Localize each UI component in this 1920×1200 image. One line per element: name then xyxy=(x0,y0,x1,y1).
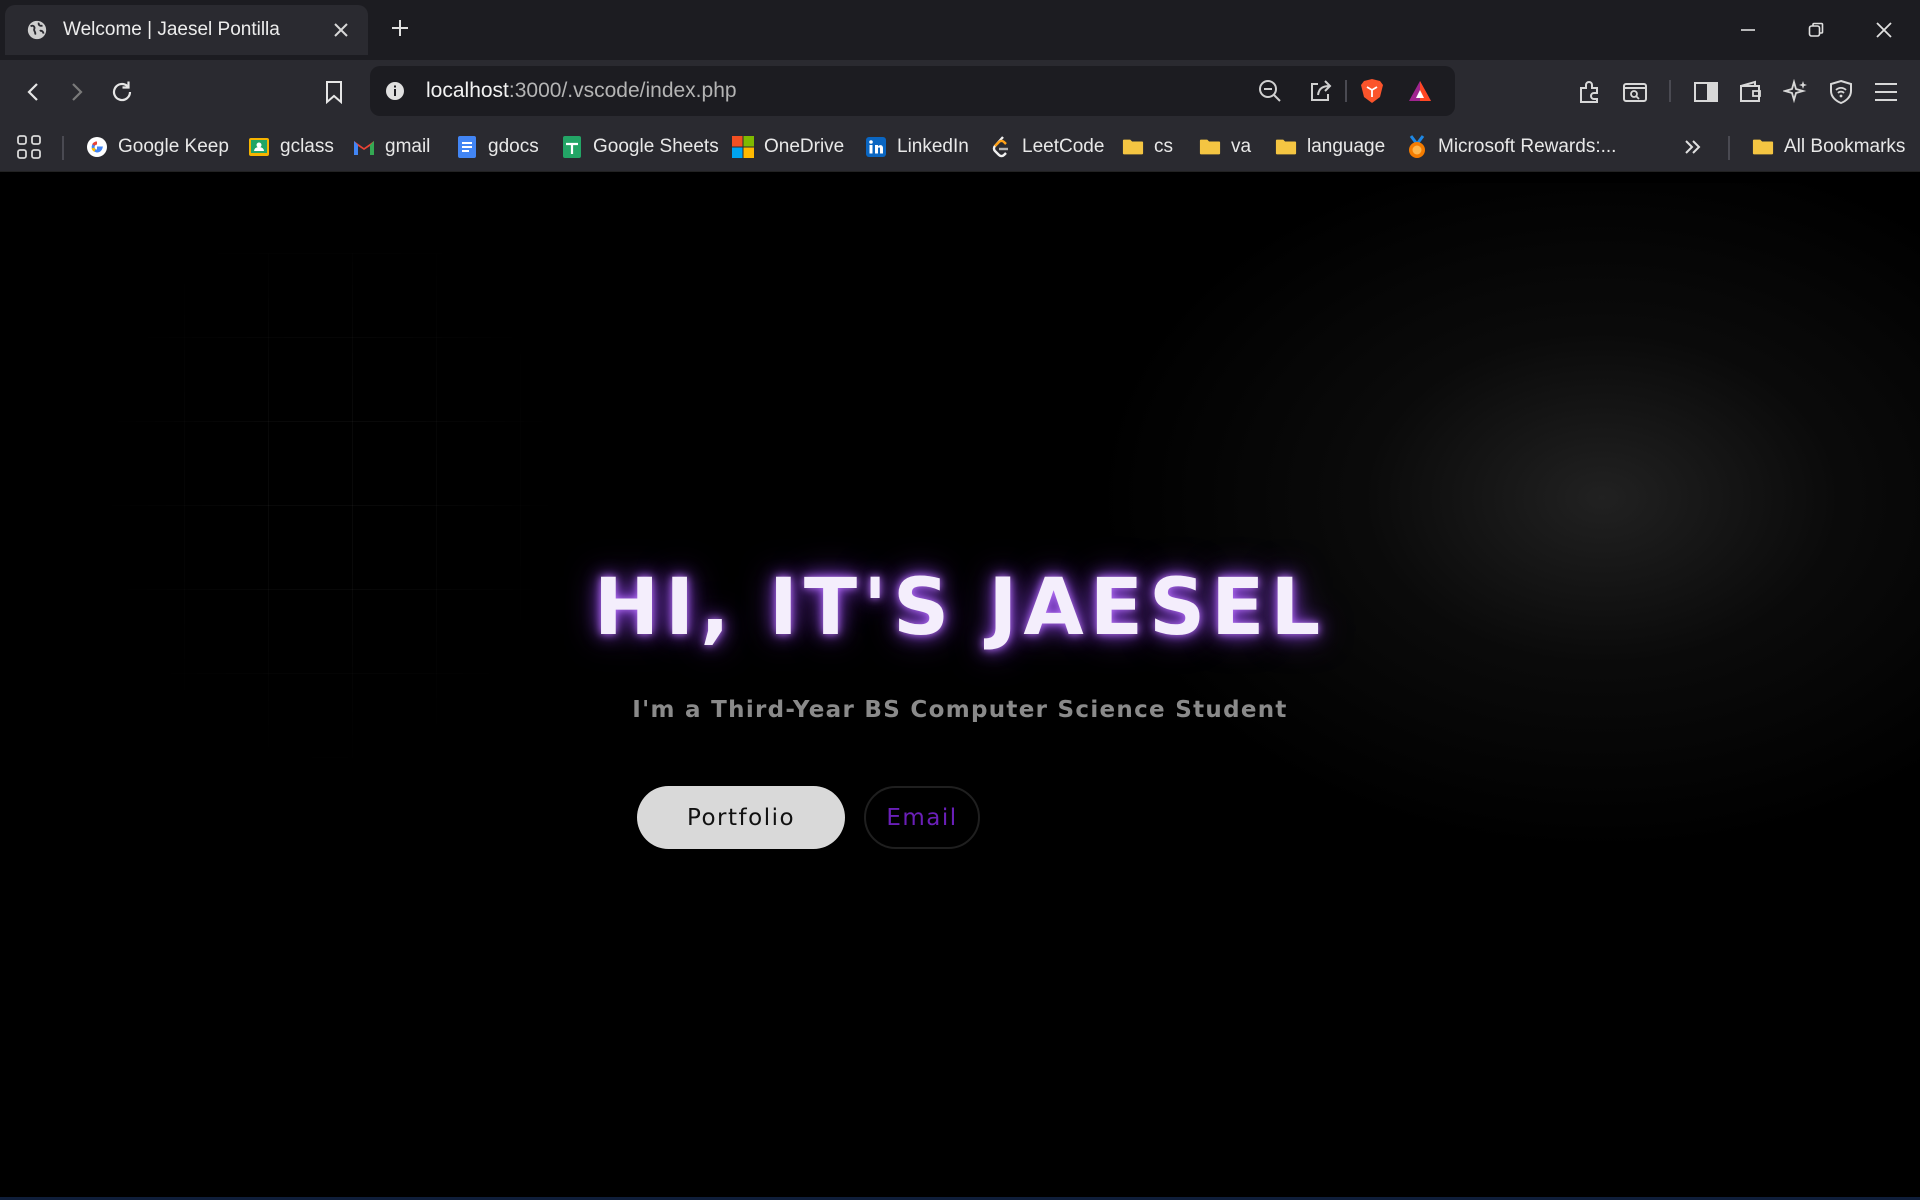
zoom-out-icon[interactable] xyxy=(1254,75,1286,107)
leetcode-icon xyxy=(990,136,1012,158)
leo-ai-icon[interactable] xyxy=(1778,74,1814,110)
restore-button[interactable] xyxy=(1782,0,1850,60)
bookmark-gmail[interactable]: gmail xyxy=(353,131,430,163)
bookmark-microsoft-rewards[interactable]: Microsoft Rewards:... xyxy=(1406,131,1616,163)
bookmarks-separator xyxy=(62,136,64,160)
bookmark-label: cs xyxy=(1154,136,1173,157)
sidebar-icon[interactable] xyxy=(1688,74,1724,110)
bookmark-folder-language[interactable]: language xyxy=(1275,131,1385,163)
tab-title: Welcome | Jaesel Pontilla xyxy=(63,19,280,40)
bookmark-label: Google Sheets xyxy=(593,136,719,157)
search-tabs-icon[interactable] xyxy=(1617,74,1653,110)
folder-icon xyxy=(1122,136,1144,158)
hero-subtitle: I'm a Third-Year BS Computer Science Stu… xyxy=(632,697,1288,723)
globe-icon xyxy=(25,18,49,42)
apps-icon[interactable] xyxy=(16,131,42,163)
all-bookmarks-folder[interactable]: All Bookmarks xyxy=(1752,131,1905,163)
bookmark-linkedin[interactable]: LinkedIn xyxy=(865,131,969,163)
close-tab-icon[interactable] xyxy=(328,17,354,43)
back-button[interactable] xyxy=(16,74,52,110)
bookmarks-bar: Google Keep gclass gmail gdocs Google Sh… xyxy=(0,122,1920,172)
microsoft-icon xyxy=(732,136,754,158)
bookmark-label: LinkedIn xyxy=(897,136,969,157)
bookmark-google-keep[interactable]: Google Keep xyxy=(86,131,229,163)
bookmark-folder-cs[interactable]: cs xyxy=(1122,131,1173,163)
bookmark-label: language xyxy=(1307,136,1386,157)
all-bookmarks-label: All Bookmarks xyxy=(1784,136,1906,157)
sheets-icon xyxy=(561,136,583,158)
share-icon[interactable] xyxy=(1305,75,1337,107)
bookmark-label: va xyxy=(1231,136,1252,157)
reload-button[interactable] xyxy=(104,74,140,110)
bookmark-label: gclass xyxy=(280,136,334,157)
rewards-icon xyxy=(1406,135,1428,158)
bookmark-label: gmail xyxy=(385,136,431,157)
bookmark-icon[interactable] xyxy=(316,74,352,110)
bookmark-google-sheets[interactable]: Google Sheets xyxy=(561,131,719,163)
folder-icon xyxy=(1752,136,1774,158)
wallet-icon[interactable] xyxy=(1733,74,1769,110)
menu-icon[interactable] xyxy=(1868,74,1904,110)
address-separator xyxy=(1345,80,1347,102)
new-tab-button[interactable] xyxy=(384,12,416,44)
linkedin-icon xyxy=(865,136,887,158)
google-icon xyxy=(86,136,108,158)
forward-button[interactable] xyxy=(58,74,94,110)
bookmark-onedrive[interactable]: OneDrive xyxy=(732,131,844,163)
background-grid xyxy=(100,253,560,773)
page-viewport: HI, IT'S JAESEL I'm a Third-Year BS Comp… xyxy=(0,173,1920,1200)
folder-icon xyxy=(1199,136,1221,158)
bookmark-label: LeetCode xyxy=(1022,136,1105,157)
brave-rewards-icon[interactable] xyxy=(1404,75,1436,107)
url-text[interactable]: localhost:3000/.vscode/index.php xyxy=(426,79,737,103)
bookmark-folder-va[interactable]: va xyxy=(1199,131,1251,163)
brave-shields-icon[interactable] xyxy=(1356,75,1388,107)
url-host: localhost xyxy=(426,79,509,102)
gmail-icon xyxy=(353,136,375,158)
folder-icon xyxy=(1275,136,1297,158)
browser-toolbar: localhost:3000/.vscode/index.php xyxy=(0,60,1920,122)
bookmark-label: Microsoft Rewards:... xyxy=(1438,136,1617,157)
background-glow xyxy=(1050,183,1920,883)
bookmark-leetcode[interactable]: LeetCode xyxy=(990,131,1104,163)
classroom-icon xyxy=(248,136,270,158)
bookmark-label: gdocs xyxy=(488,136,539,157)
close-window-button[interactable] xyxy=(1850,0,1918,60)
email-button[interactable]: Email xyxy=(864,786,980,849)
extensions-icon[interactable] xyxy=(1572,74,1608,110)
vpn-icon[interactable] xyxy=(1823,74,1859,110)
bookmark-gclass[interactable]: gclass xyxy=(248,131,334,163)
docs-icon xyxy=(456,136,478,158)
bookmarks-separator xyxy=(1728,136,1730,160)
url-path: :3000/.vscode/index.php xyxy=(508,79,737,102)
more-bookmarks-chevron-icon[interactable] xyxy=(1682,131,1704,163)
bookmark-gdocs[interactable]: gdocs xyxy=(456,131,539,163)
minimize-button[interactable] xyxy=(1714,0,1782,60)
bookmark-label: Google Keep xyxy=(118,136,229,157)
toolbar-separator xyxy=(1669,80,1671,102)
portfolio-button[interactable]: Portfolio xyxy=(637,786,845,849)
hero-title: HI, IT'S JAESEL xyxy=(593,563,1327,653)
address-bar[interactable]: localhost:3000/.vscode/index.php xyxy=(370,66,1455,116)
browser-tab[interactable]: Welcome | Jaesel Pontilla xyxy=(5,5,368,55)
site-info-icon[interactable] xyxy=(380,76,410,106)
bookmark-label: OneDrive xyxy=(764,136,845,157)
tab-strip: Welcome | Jaesel Pontilla xyxy=(0,0,1920,60)
